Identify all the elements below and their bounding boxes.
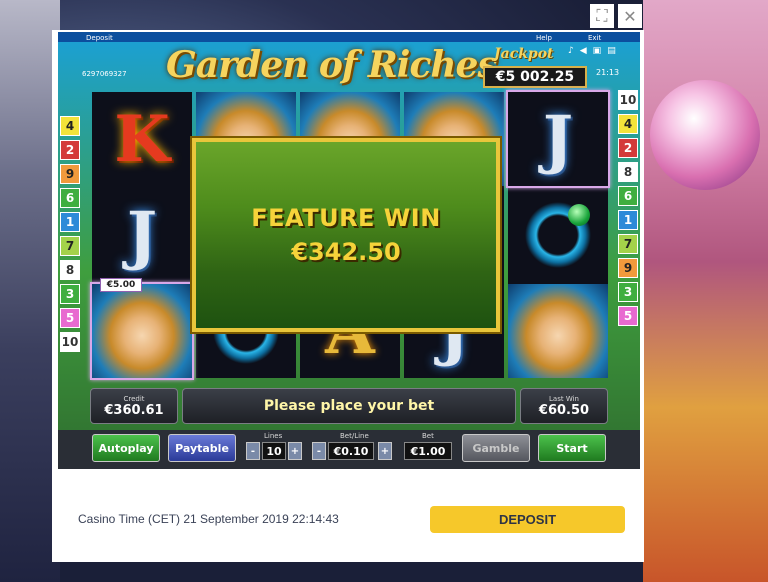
line-indicator: 2 bbox=[60, 140, 80, 160]
game-top-bar bbox=[58, 32, 640, 42]
modal-controls: ⛶ ✕ bbox=[590, 4, 642, 28]
line-indicator: 3 bbox=[60, 284, 80, 304]
line-indicator: 7 bbox=[60, 236, 80, 256]
deposit-button[interactable]: DEPOSIT bbox=[430, 506, 625, 533]
bet-line-label: Bet/Line bbox=[340, 432, 369, 440]
deposit-link[interactable]: Deposit bbox=[86, 34, 113, 42]
bet-line-increase-button[interactable]: + bbox=[378, 442, 392, 460]
feature-win-title: FEATURE WIN bbox=[251, 204, 441, 232]
bet-label: Bet bbox=[422, 432, 434, 440]
start-button[interactable]: Start bbox=[538, 434, 606, 462]
win-highlight bbox=[506, 90, 610, 188]
display-icon[interactable]: ▣ bbox=[593, 46, 602, 56]
right-line-indicators: 10 4 2 8 6 1 7 9 3 5 bbox=[618, 90, 638, 326]
lines-label: Lines bbox=[264, 432, 283, 440]
close-icon[interactable]: ✕ bbox=[618, 4, 642, 28]
line-indicator: 7 bbox=[618, 234, 638, 254]
casino-time: Casino Time (CET) 21 September 2019 22:1… bbox=[78, 512, 339, 526]
credit-value: €360.61 bbox=[104, 402, 164, 418]
bet-line-decrease-button[interactable]: - bbox=[312, 442, 326, 460]
music-icon[interactable]: ♪ bbox=[568, 46, 574, 56]
line-indicator: 3 bbox=[618, 282, 638, 302]
help-link[interactable]: Help bbox=[536, 34, 552, 42]
left-line-indicators: 4 2 9 6 1 7 8 3 5 10 bbox=[60, 116, 80, 352]
menu-icon[interactable]: ▤ bbox=[607, 46, 616, 56]
jackpot-label: Jackpot bbox=[494, 46, 554, 62]
symbol-lady bbox=[508, 284, 608, 378]
last-win-value: €60.50 bbox=[538, 402, 590, 418]
paytable-button[interactable]: Paytable bbox=[168, 434, 236, 462]
game-title: Garden of Riches bbox=[166, 44, 498, 86]
exit-link[interactable]: Exit bbox=[588, 34, 601, 42]
bet-value: €1.00 bbox=[404, 442, 452, 460]
lines-increase-button[interactable]: + bbox=[288, 442, 302, 460]
line-indicator: 2 bbox=[618, 138, 638, 158]
line-indicator: 8 bbox=[618, 162, 638, 182]
line-indicator: 4 bbox=[618, 114, 638, 134]
autoplay-button[interactable]: Autoplay bbox=[92, 434, 160, 462]
line-indicator: 1 bbox=[60, 212, 80, 232]
feature-win-panel: FEATURE WIN €342.50 bbox=[192, 138, 500, 332]
line-indicator: 9 bbox=[618, 258, 638, 278]
last-win-label: Last Win bbox=[549, 394, 579, 403]
line-indicator: 5 bbox=[60, 308, 80, 328]
expand-icon[interactable]: ⛶ bbox=[590, 4, 614, 28]
account-id: 6297069327 bbox=[82, 70, 127, 78]
background-orb bbox=[650, 80, 760, 190]
line-win-tag: €5.00 bbox=[100, 278, 142, 292]
line-indicator: 10 bbox=[618, 90, 638, 110]
lines-decrease-button[interactable]: - bbox=[246, 442, 260, 460]
game-clock: 21:13 bbox=[596, 68, 620, 77]
credit-box: Credit €360.61 bbox=[90, 388, 178, 424]
gem-icon bbox=[568, 204, 590, 226]
jackpot-value: €5 002.25 bbox=[483, 66, 587, 88]
line-indicator: 5 bbox=[618, 306, 638, 326]
line-indicator: 8 bbox=[60, 260, 80, 280]
symbol-k: K bbox=[114, 101, 170, 177]
win-highlight bbox=[90, 282, 194, 380]
settings-icons: ♪ ◀ ▣ ▤ bbox=[568, 46, 616, 56]
sound-icon[interactable]: ◀ bbox=[580, 46, 587, 56]
line-indicator: 10 bbox=[60, 332, 80, 352]
line-indicator: 4 bbox=[60, 116, 80, 136]
symbol-ring bbox=[508, 188, 608, 282]
gamble-button[interactable]: Gamble bbox=[462, 434, 530, 462]
line-indicator: 1 bbox=[618, 210, 638, 230]
feature-win-amount: €342.50 bbox=[291, 238, 401, 266]
game-canvas: Deposit 6297069327 Help Exit Garden of R… bbox=[58, 32, 640, 469]
line-indicator: 6 bbox=[60, 188, 80, 208]
symbol-j: J bbox=[126, 197, 158, 273]
lines-value: 10 bbox=[262, 442, 286, 460]
line-indicator: 6 bbox=[618, 186, 638, 206]
background-left-art bbox=[0, 0, 60, 582]
credit-label: Credit bbox=[123, 394, 145, 403]
bet-line-value: €0.10 bbox=[328, 442, 374, 460]
last-win-box: Last Win €60.50 bbox=[520, 388, 608, 424]
line-indicator: 9 bbox=[60, 164, 80, 184]
status-message: Please place your bet bbox=[182, 388, 516, 424]
